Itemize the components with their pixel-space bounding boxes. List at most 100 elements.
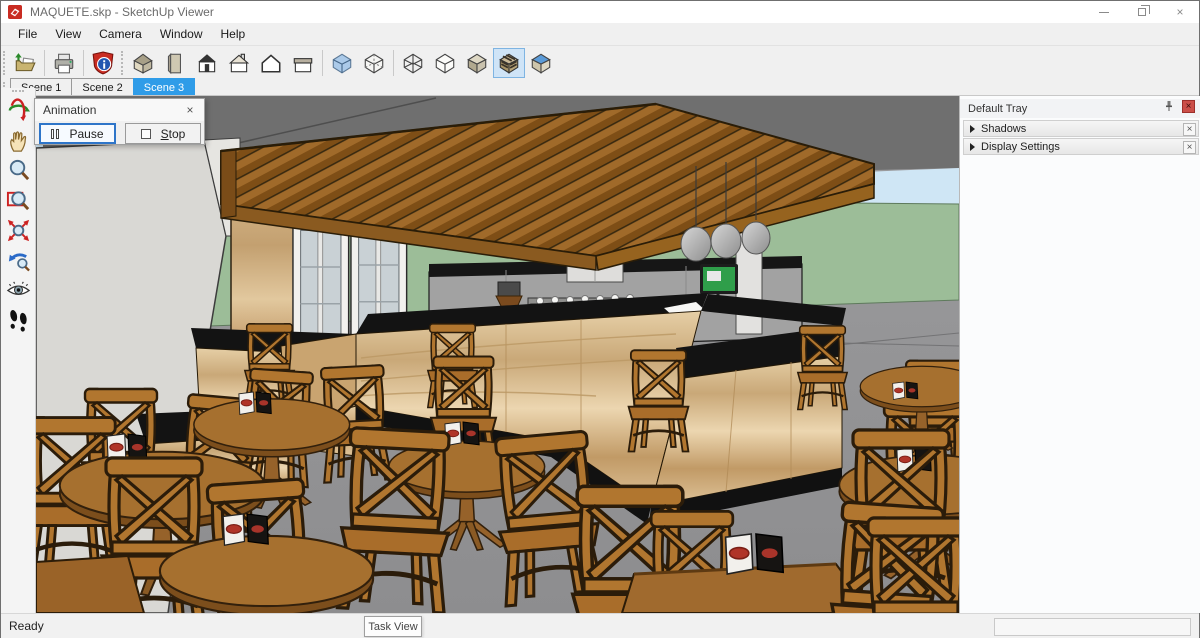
view-right-icon bbox=[227, 51, 251, 75]
view-front-icon bbox=[195, 51, 219, 75]
toolbar-separator bbox=[322, 50, 323, 76]
menu-help[interactable]: Help bbox=[212, 24, 255, 44]
style-hidden-line-icon bbox=[433, 51, 457, 75]
style-wireframe-button[interactable] bbox=[397, 48, 429, 78]
tray-section-shadows[interactable]: Shadows × bbox=[963, 120, 1199, 137]
toolbar-drag-handle[interactable] bbox=[121, 51, 125, 75]
pause-icon bbox=[51, 129, 59, 139]
section-close-button[interactable]: × bbox=[1183, 123, 1196, 136]
menu-camera[interactable]: Camera bbox=[90, 24, 151, 44]
toolbar-drag-handle[interactable] bbox=[3, 51, 7, 75]
print-button[interactable] bbox=[48, 48, 80, 78]
minimize-icon bbox=[1099, 12, 1109, 13]
style-shaded-button[interactable] bbox=[461, 48, 493, 78]
orbit-button[interactable] bbox=[3, 95, 33, 125]
view-top-icon bbox=[163, 51, 187, 75]
view-left-icon bbox=[291, 51, 315, 75]
main-toolbar bbox=[1, 45, 1199, 79]
tray-section-label: Shadows bbox=[981, 123, 1026, 135]
chevron-right-icon bbox=[970, 125, 975, 133]
view-back-icon bbox=[259, 51, 283, 75]
print-icon bbox=[52, 51, 76, 75]
style-monochrome-button[interactable] bbox=[525, 48, 557, 78]
camera-toolbar-drag-handle[interactable] bbox=[12, 90, 24, 94]
chevron-right-icon bbox=[970, 143, 975, 151]
close-icon: × bbox=[1176, 5, 1183, 19]
stop-icon bbox=[141, 129, 151, 139]
style-shaded-textures-button[interactable] bbox=[493, 48, 525, 78]
pin-icon[interactable] bbox=[1163, 100, 1175, 112]
style-wireframe-icon bbox=[401, 51, 425, 75]
zoom-icon bbox=[6, 158, 31, 183]
scene-tab-bar: Scene 1 Scene 2 Scene 3 bbox=[1, 79, 1199, 96]
zoom-window-icon bbox=[6, 188, 31, 213]
tray-section-label: Display Settings bbox=[981, 141, 1060, 153]
status-bar: Ready bbox=[1, 613, 1199, 638]
style-back-edges-button[interactable] bbox=[358, 48, 390, 78]
stop-button-label: Stop bbox=[161, 127, 186, 141]
camera-toolbar bbox=[1, 88, 36, 613]
style-xray-icon bbox=[330, 51, 354, 75]
zoom-window-button[interactable] bbox=[3, 185, 33, 215]
style-back-edges-icon bbox=[362, 51, 386, 75]
view-back-button[interactable] bbox=[255, 48, 287, 78]
view-top-button[interactable] bbox=[159, 48, 191, 78]
section-close-button[interactable]: × bbox=[1183, 141, 1196, 154]
default-tray-panel: Default Tray × Shadows × Display Setting… bbox=[959, 96, 1200, 613]
pan-button[interactable] bbox=[3, 125, 33, 155]
close-button[interactable]: × bbox=[1161, 1, 1199, 23]
tab-scene-3[interactable]: Scene 3 bbox=[133, 78, 195, 95]
tray-close-button[interactable]: × bbox=[1182, 100, 1195, 113]
sketchup-logo-icon bbox=[8, 5, 22, 19]
status-message: Ready bbox=[9, 619, 44, 633]
restore-button[interactable] bbox=[1123, 1, 1161, 23]
minimize-button[interactable] bbox=[1085, 1, 1123, 23]
pause-button-label: Pause bbox=[69, 127, 103, 141]
title-bar: MAQUETE.skp - SketchUp Viewer × bbox=[1, 1, 1199, 23]
previous-view-button[interactable] bbox=[3, 245, 33, 275]
menu-view[interactable]: View bbox=[46, 24, 90, 44]
tray-section-display-settings[interactable]: Display Settings × bbox=[963, 138, 1199, 155]
open-icon bbox=[13, 51, 37, 75]
dialog-close-button[interactable]: × bbox=[182, 102, 198, 118]
model-info-icon bbox=[91, 51, 115, 75]
restore-icon bbox=[1138, 8, 1146, 16]
view-iso-button[interactable] bbox=[127, 48, 159, 78]
menu-file[interactable]: File bbox=[9, 24, 46, 44]
animation-dialog: Animation × Pause Stop bbox=[34, 98, 205, 145]
content-area: Default Tray × Shadows × Display Setting… bbox=[1, 96, 1199, 613]
view-front-button[interactable] bbox=[191, 48, 223, 78]
zoom-extents-button[interactable] bbox=[3, 215, 33, 245]
open-button[interactable] bbox=[9, 48, 41, 78]
window-title: MAQUETE.skp - SketchUp Viewer bbox=[30, 5, 214, 19]
walk-button[interactable] bbox=[3, 305, 33, 335]
tray-title: Default Tray bbox=[968, 103, 1027, 115]
zoom-extents-icon bbox=[6, 218, 31, 243]
style-monochrome-icon bbox=[529, 51, 553, 75]
3d-viewport[interactable] bbox=[36, 96, 959, 613]
view-left-button[interactable] bbox=[287, 48, 319, 78]
model-info-button[interactable] bbox=[87, 48, 119, 78]
stop-button[interactable]: Stop bbox=[125, 123, 201, 144]
toolbar-separator bbox=[393, 50, 394, 76]
look-around-icon bbox=[6, 278, 31, 303]
menu-window[interactable]: Window bbox=[151, 24, 212, 44]
pause-button[interactable]: Pause bbox=[39, 123, 116, 144]
style-hidden-line-button[interactable] bbox=[429, 48, 461, 78]
animation-dialog-title: Animation bbox=[35, 99, 204, 121]
walk-icon bbox=[6, 308, 31, 333]
toolbar-separator bbox=[83, 50, 84, 76]
style-shaded-textures-icon bbox=[497, 51, 521, 75]
task-view-tooltip: Task View bbox=[364, 616, 422, 637]
zoom-button[interactable] bbox=[3, 155, 33, 185]
style-shaded-icon bbox=[465, 51, 489, 75]
look-around-button[interactable] bbox=[3, 275, 33, 305]
previous-view-icon bbox=[6, 248, 31, 273]
measurements-box[interactable] bbox=[994, 618, 1191, 636]
tab-scene-2[interactable]: Scene 2 bbox=[71, 78, 133, 95]
style-xray-button[interactable] bbox=[326, 48, 358, 78]
toolbar-separator bbox=[44, 50, 45, 76]
pan-icon bbox=[6, 128, 31, 153]
view-right-button[interactable] bbox=[223, 48, 255, 78]
orbit-icon bbox=[6, 98, 31, 123]
